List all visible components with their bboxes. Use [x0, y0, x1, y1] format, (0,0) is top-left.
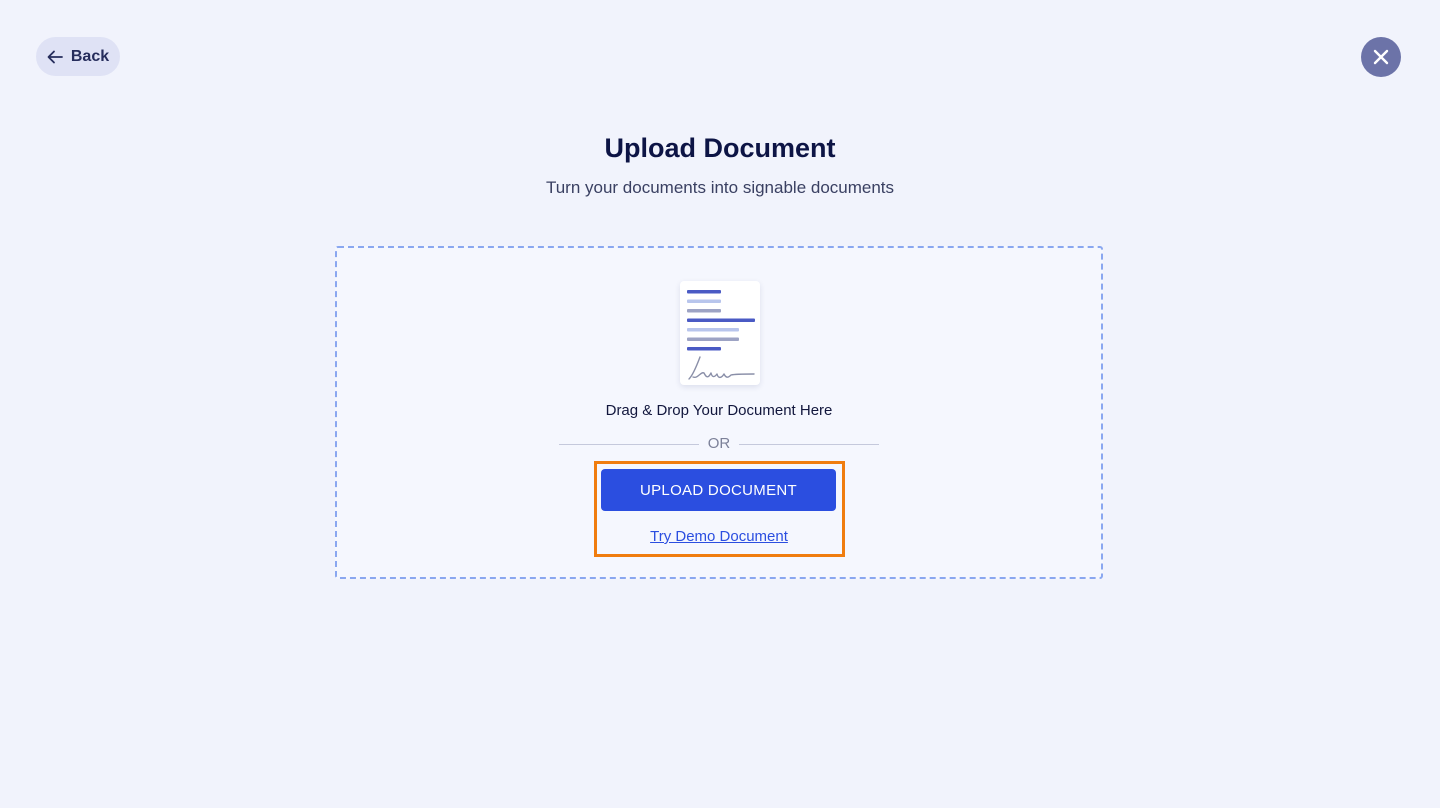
upload-document-page: Back Upload Document Turn your documents…	[0, 0, 1440, 808]
try-demo-document-link[interactable]: Try Demo Document	[337, 527, 1101, 547]
drop-instructions: Drag & Drop Your Document Here	[605, 402, 833, 419]
close-button[interactable]	[1361, 37, 1401, 77]
document-signature-icon	[680, 281, 760, 385]
back-button[interactable]: Back	[36, 37, 120, 76]
upload-document-button[interactable]: UPLOAD DOCUMENT	[601, 469, 836, 511]
page-title: Upload Document	[604, 133, 836, 163]
or-label: OR	[707, 435, 731, 452]
page-subtitle: Turn your documents into signable docume…	[545, 178, 895, 197]
back-button-label: Back	[70, 47, 110, 65]
document-dropzone[interactable]: Drag & Drop Your Document Here OR UPLOAD…	[335, 246, 1103, 579]
divider-line-right	[739, 443, 879, 445]
or-divider: OR	[559, 434, 879, 454]
divider-line-left	[559, 443, 699, 445]
arrow-left-icon	[47, 50, 63, 64]
try-demo-document-label[interactable]: Try Demo Document	[650, 528, 788, 545]
close-icon	[1373, 49, 1389, 65]
